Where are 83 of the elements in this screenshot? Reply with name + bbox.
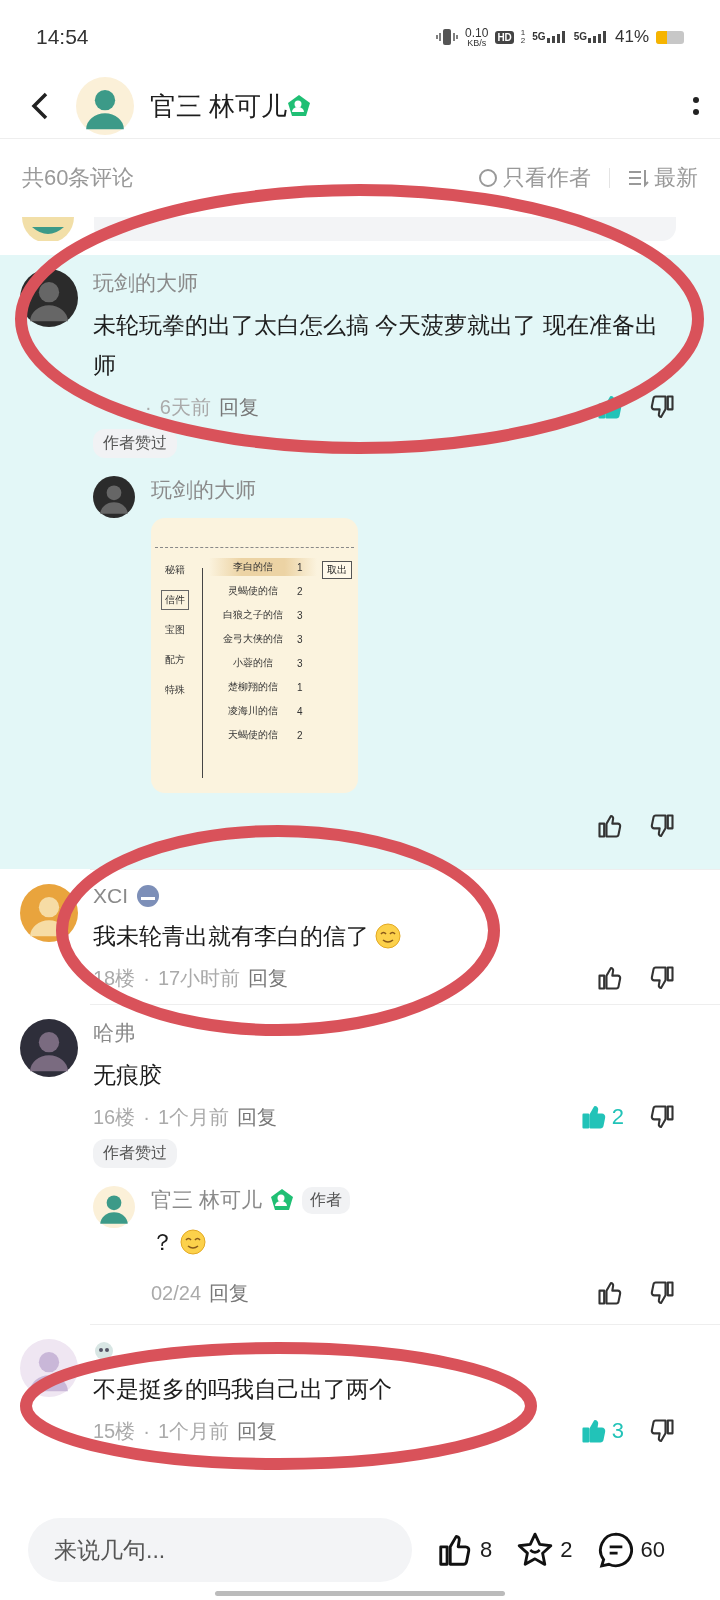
reply-link[interactable]: 回复 bbox=[237, 1103, 278, 1131]
network-type: 5G bbox=[573, 31, 587, 42]
network-type: 5G bbox=[532, 31, 546, 42]
comment-text: 未轮玩拳的出了太白怎么搞 今天菠萝就出了 现在准备出师 bbox=[93, 311, 659, 380]
sim-number: 1 bbox=[520, 29, 526, 37]
reply-date: 02/24 bbox=[151, 1281, 202, 1305]
separator-dot: · bbox=[143, 1419, 150, 1443]
letter-row[interactable]: 李白的信 1 bbox=[209, 558, 317, 576]
sort-icon bbox=[628, 168, 650, 188]
thumbs-down-icon[interactable] bbox=[648, 1417, 676, 1445]
hd-label: HD bbox=[495, 30, 514, 44]
letter-row[interactable]: 凌海川的信 4 bbox=[209, 702, 317, 720]
author-tag: 作者 bbox=[301, 1186, 350, 1214]
favorite-count: 2 bbox=[560, 1537, 573, 1563]
vibrate-icon bbox=[436, 27, 458, 47]
thumbs-down-icon[interactable] bbox=[648, 393, 676, 421]
avatar[interactable] bbox=[93, 476, 135, 518]
thumbs-down-icon[interactable] bbox=[648, 964, 676, 992]
reply-link[interactable]: 回复 bbox=[209, 1279, 250, 1307]
letter-row[interactable]: 白狼之子的信 3 bbox=[209, 606, 317, 624]
sim-number: 2 bbox=[520, 37, 526, 45]
reply-link[interactable]: 回复 bbox=[248, 964, 289, 992]
post-time: 6天前 bbox=[159, 394, 211, 420]
letter-row[interactable]: 天蝎使的信 2 bbox=[209, 726, 317, 744]
comment-total: 60 bbox=[640, 1537, 665, 1563]
reply-link[interactable]: 回复 bbox=[237, 1417, 278, 1445]
comment-count: 共60条评论 bbox=[22, 164, 135, 192]
letter-row[interactable]: 灵蝎使的信 2 bbox=[209, 582, 317, 600]
clock: 14:54 bbox=[36, 25, 89, 49]
battery-icon bbox=[656, 30, 684, 44]
like-count: 8 bbox=[480, 1537, 493, 1563]
letter-row[interactable]: 楚柳翔的信 1 bbox=[209, 678, 317, 696]
network-speed: 0.10 bbox=[465, 26, 489, 39]
signal-icon bbox=[546, 31, 567, 43]
like-count: 3 bbox=[611, 1418, 624, 1444]
thumbs-up-icon[interactable] bbox=[596, 964, 624, 992]
avatar[interactable] bbox=[20, 1019, 78, 1077]
thumbs-up-icon[interactable] bbox=[579, 1417, 608, 1445]
avatar[interactable] bbox=[20, 269, 78, 327]
avatar bbox=[22, 217, 74, 241]
star-icon[interactable] bbox=[516, 1531, 555, 1569]
thumbs-up-icon[interactable] bbox=[579, 1103, 608, 1131]
game-screenshot[interactable]: 秘籍 信件 宝图 配方 特殊 李白的信 1 灵蝎使的信 2 白狼之子的信 3 金弓大侠的信 3 小蓉的信 3 楚柳翔的信 1 凌海川的信 4 天蝎使的信 2 取出 bbox=[151, 518, 358, 793]
like-count: 2 bbox=[611, 1104, 624, 1130]
reply-link[interactable]: 回复 bbox=[218, 393, 259, 421]
comment-text: 不是挺多的吗我自己出了两个 bbox=[93, 1375, 392, 1404]
letter-row[interactable]: 小蓉的信 3 bbox=[209, 654, 317, 672]
thumbs-down-icon[interactable] bbox=[648, 1103, 676, 1131]
comment-text: ？ bbox=[151, 1228, 174, 1257]
thumbs-down-icon[interactable] bbox=[648, 1279, 676, 1307]
letter-row[interactable]: 金弓大侠的信 3 bbox=[209, 630, 317, 648]
more-menu-icon[interactable] bbox=[692, 94, 700, 118]
separator-dot: · bbox=[143, 1105, 150, 1129]
user-name[interactable]: 哈弗 bbox=[93, 1019, 135, 1047]
thumbs-up-icon[interactable] bbox=[596, 393, 624, 421]
comment-input[interactable]: 来说几句... bbox=[28, 1518, 412, 1582]
game-tab[interactable]: 特殊 bbox=[161, 680, 189, 700]
separator-dot: · bbox=[145, 395, 152, 419]
separator-dot: · bbox=[143, 966, 150, 990]
author-liked-tag: 作者赞过 bbox=[93, 1139, 177, 1168]
battery-percent: 41% bbox=[614, 27, 649, 47]
author-name: 官三 林可儿 bbox=[150, 89, 288, 123]
comment-text: 我未轮青出就有李白的信了 bbox=[93, 922, 369, 951]
post-time: 1个月前 bbox=[157, 1418, 230, 1444]
search-icon bbox=[477, 167, 499, 189]
post-time: 17小时前 bbox=[157, 965, 241, 991]
comment-icon[interactable] bbox=[596, 1531, 635, 1569]
signal-icon bbox=[587, 31, 608, 43]
thumbs-up-icon[interactable] bbox=[596, 1279, 624, 1307]
author-liked-tag: 作者赞过 bbox=[93, 429, 177, 458]
post-time: 1个月前 bbox=[157, 1104, 230, 1130]
comment-text: 无痕胶 bbox=[93, 1061, 162, 1090]
back-icon[interactable] bbox=[30, 91, 50, 121]
floor-number: 15楼 bbox=[93, 1418, 136, 1444]
take-out-button[interactable]: 取出 bbox=[322, 561, 352, 579]
game-tab[interactable]: 秘籍 bbox=[161, 560, 189, 580]
game-tab[interactable]: 配方 bbox=[161, 650, 189, 670]
game-tab[interactable]: 宝图 bbox=[161, 620, 189, 640]
thumbs-down-icon[interactable] bbox=[648, 812, 676, 840]
thumbs-up-icon[interactable] bbox=[596, 812, 624, 840]
speed-unit: KB/s bbox=[467, 38, 487, 48]
game-tab[interactable]: 信件 bbox=[161, 590, 189, 610]
floor-number: 16楼 bbox=[93, 1104, 136, 1130]
